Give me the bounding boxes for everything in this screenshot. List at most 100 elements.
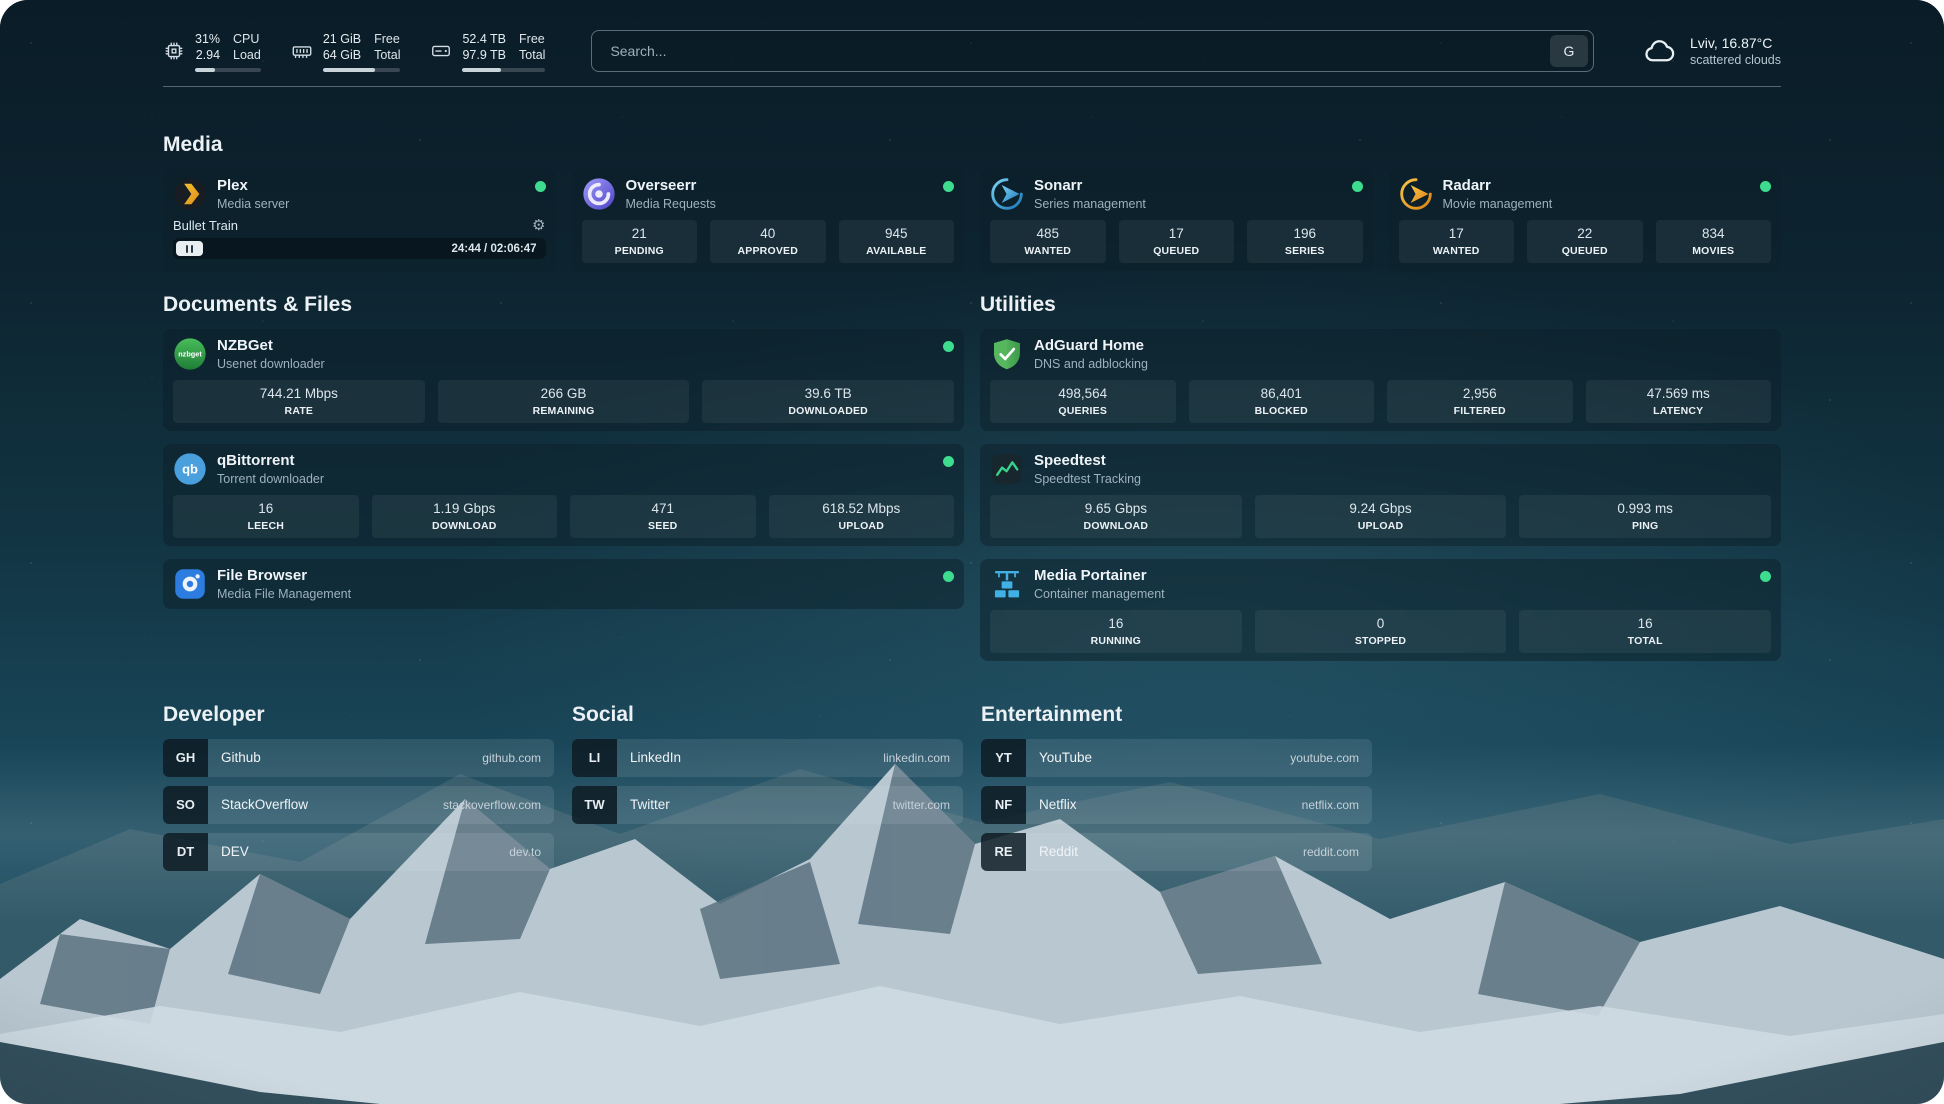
stat-label: DOWNLOAD — [994, 520, 1238, 532]
stat-label: SEED — [574, 520, 752, 532]
group-title-media: Media — [163, 133, 1781, 157]
service-name: Speedtest — [1034, 452, 1141, 470]
service-description: Series management — [1034, 197, 1146, 211]
service-card-adguard[interactable]: AdGuard Home DNS and adblocking 498,564Q… — [980, 329, 1781, 431]
status-dot — [535, 181, 546, 192]
stat-value: 196 — [1251, 226, 1359, 243]
service-card-sonarr[interactable]: Sonarr Series management 485 WANTED 17QUE… — [980, 169, 1373, 271]
memory-free: 21 GiB — [323, 31, 361, 47]
service-description: Media server — [217, 197, 289, 211]
stat-box: 485 WANTED — [990, 220, 1106, 263]
service-card-qbittorrent[interactable]: qb qBittorrent Torrent downloader 16LEEC… — [163, 444, 964, 546]
disk-total-label: Total — [519, 47, 545, 63]
service-description: Usenet downloader — [217, 357, 325, 371]
stat-box: 498,564QUERIES — [990, 380, 1176, 423]
status-dot — [943, 341, 954, 352]
service-description: Media File Management — [217, 587, 351, 601]
disk-total: 97.9 TB — [462, 47, 506, 63]
group-title-social: Social — [572, 703, 963, 727]
stat-value: 22 — [1531, 226, 1639, 243]
pause-icon[interactable] — [176, 241, 203, 256]
bookmark-github[interactable]: GH Github github.com — [163, 739, 554, 777]
service-name: Plex — [217, 177, 289, 195]
filebrowser-icon — [173, 567, 207, 601]
bookmark-twitter[interactable]: TW Twitter twitter.com — [572, 786, 963, 824]
service-description: Speedtest Tracking — [1034, 472, 1141, 486]
service-name: AdGuard Home — [1034, 337, 1148, 355]
bookmark-dev[interactable]: DT DEV dev.to — [163, 833, 554, 871]
service-card-filebrowser[interactable]: File Browser Media File Management — [163, 559, 964, 609]
stat-value: 16 — [1523, 616, 1767, 633]
service-name: Overseerr — [626, 177, 716, 195]
service-card-nzbget[interactable]: nzbget NZBGet Usenet downloader 744.21 M… — [163, 329, 964, 431]
stat-value: 485 — [994, 226, 1102, 243]
search-bar: G — [591, 30, 1594, 72]
status-dot — [1352, 181, 1363, 192]
stat-box: 40APPROVED — [710, 220, 826, 263]
stat-label: RATE — [177, 405, 421, 417]
github-icon: GH — [163, 739, 208, 777]
service-card-overseerr[interactable]: Overseerr Media Requests 21PENDING 40APP… — [572, 169, 965, 271]
search-input[interactable] — [608, 42, 1550, 60]
search-provider-button[interactable]: G — [1550, 35, 1588, 67]
stat-value: 47.569 ms — [1590, 386, 1768, 403]
stat-value: 86,401 — [1193, 386, 1371, 403]
bookmark-name: Netflix — [1039, 797, 1077, 812]
stat-box: 266 GBREMAINING — [438, 380, 690, 423]
group-title-utilities: Utilities — [980, 293, 1781, 317]
bookmark-netflix[interactable]: NF Netflix netflix.com — [981, 786, 1372, 824]
cpu-usage-bar — [195, 68, 261, 72]
stat-label: FILTERED — [1391, 405, 1569, 417]
bookmark-linkedin[interactable]: LI LinkedIn linkedin.com — [572, 739, 963, 777]
stat-label: WANTED — [994, 245, 1102, 257]
service-name: Sonarr — [1034, 177, 1146, 195]
stat-value: 498,564 — [994, 386, 1172, 403]
nzbget-icon: nzbget — [173, 337, 207, 371]
reddit-icon: RE — [981, 833, 1026, 871]
memory-widget: 21 GiB 64 GiB Free Total — [291, 31, 401, 72]
cpu-icon — [163, 40, 185, 62]
stat-label: DOWNLOADED — [706, 405, 950, 417]
disk-free: 52.4 TB — [462, 31, 506, 47]
service-card-portainer[interactable]: Media Portainer Container management 16R… — [980, 559, 1781, 661]
bookmark-stackoverflow[interactable]: SO StackOverflow stackoverflow.com — [163, 786, 554, 824]
stat-label: SERIES — [1251, 245, 1359, 257]
stat-box: 9.65 GbpsDOWNLOAD — [990, 495, 1242, 538]
bookmark-youtube[interactable]: YT YouTube youtube.com — [981, 739, 1372, 777]
cpu-label: CPU — [233, 31, 261, 47]
service-card-plex[interactable]: Plex Media server Bullet Train ⚙ 24:44 /… — [163, 169, 556, 271]
bookmark-url: linkedin.com — [883, 751, 950, 765]
stat-box: 47.569 ms LATENCY — [1586, 380, 1772, 423]
gear-icon[interactable]: ⚙ — [532, 218, 545, 233]
stat-box: 21PENDING — [582, 220, 698, 263]
stat-label: LATENCY — [1590, 405, 1768, 417]
status-dot — [1760, 571, 1771, 582]
bookmark-group-entertainment: Entertainment YT YouTube youtube.com NF … — [981, 703, 1372, 880]
bookmark-url: dev.to — [509, 845, 541, 859]
playback-progress-bar[interactable]: 24:44 / 02:06:47 — [173, 238, 546, 259]
group-title-entertainment: Entertainment — [981, 703, 1372, 727]
overseerr-icon — [582, 177, 616, 211]
stat-box: 2,956FILTERED — [1387, 380, 1573, 423]
bookmark-url: reddit.com — [1303, 845, 1359, 859]
service-card-speedtest[interactable]: Speedtest Speedtest Tracking 9.65 GbpsDO… — [980, 444, 1781, 546]
stat-box: 17QUEUED — [1119, 220, 1235, 263]
group-title-documents: Documents & Files — [163, 293, 964, 317]
speedtest-icon — [990, 452, 1024, 486]
stat-value: 471 — [574, 501, 752, 518]
stat-label: AVAILABLE — [843, 245, 951, 257]
disk-usage-bar — [462, 68, 545, 72]
nzbget-icon-text: nzbget — [178, 349, 202, 358]
twitter-icon: TW — [572, 786, 617, 824]
bookmark-group-developer: Developer GH Github github.com SO StackO… — [163, 703, 554, 880]
stat-value: 0 — [1259, 616, 1503, 633]
bookmark-name: LinkedIn — [630, 750, 681, 765]
stat-label: LEECH — [177, 520, 355, 532]
service-description: Torrent downloader — [217, 472, 324, 486]
bookmark-reddit[interactable]: RE Reddit reddit.com — [981, 833, 1372, 871]
qbittorrent-icon: qb — [173, 452, 207, 486]
stat-box: 9.24 GbpsUPLOAD — [1255, 495, 1507, 538]
service-card-radarr[interactable]: Radarr Movie management 17WANTED 22QUEUE… — [1389, 169, 1782, 271]
cpu-percent: 31% — [195, 31, 220, 47]
stat-value: 17 — [1403, 226, 1511, 243]
